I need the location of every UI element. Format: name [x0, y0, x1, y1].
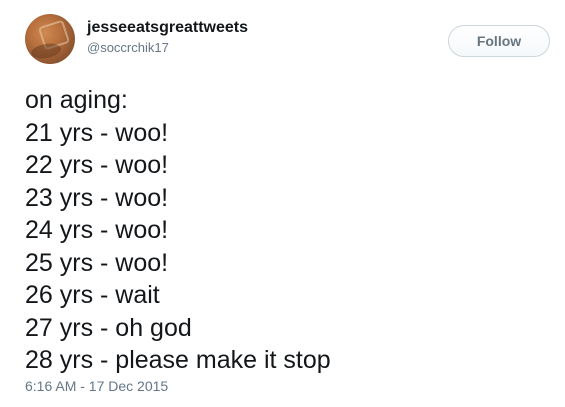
tweet-line: 27 yrs - oh god [25, 313, 192, 342]
tweet-line: 24 yrs - woo! [25, 216, 169, 244]
tweet-text: on aging: 21 yrs - woo! 22 yrs - woo! 23… [25, 84, 545, 377]
tweet-line: 21 yrs - woo! [25, 118, 169, 147]
username[interactable]: @soccrchik17 [87, 39, 248, 57]
follow-button[interactable]: Follow [448, 25, 550, 57]
display-name[interactable]: jesseeatsgreattweets [87, 18, 248, 38]
tweet-line: 25 yrs - woo! [25, 248, 169, 277]
timestamp[interactable]: 6:16 AM - 17 Dec 2015 [25, 377, 168, 395]
tweet-line: 22 yrs - woo! [25, 151, 169, 179]
author-names: jesseeatsgreattweets @soccrchik17 [87, 18, 248, 57]
avatar[interactable] [25, 14, 75, 64]
tweet-line: 28 yrs - please make it stop [25, 346, 331, 374]
tweet-line: on aging: [25, 86, 128, 114]
tweet-header: jesseeatsgreattweets @soccrchik17 Follow [25, 14, 555, 66]
tweet-card: jesseeatsgreattweets @soccrchik17 Follow… [0, 0, 565, 407]
tweet-line: 26 yrs - wait [25, 281, 160, 309]
tweet-line: 23 yrs - woo! [25, 183, 169, 212]
